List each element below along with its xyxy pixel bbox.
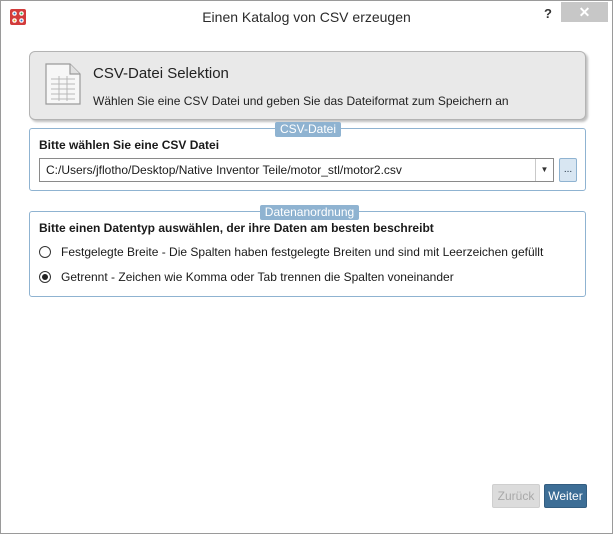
csv-path-dropdown[interactable]: C:/Users/jflotho/Desktop/Native Inventor… xyxy=(39,158,554,182)
browse-button[interactable]: ... xyxy=(559,158,577,182)
csv-file-group-label: Bitte wählen Sie eine CSV Datei xyxy=(39,138,220,152)
csv-path-value: C:/Users/jflotho/Desktop/Native Inventor… xyxy=(46,163,402,177)
page-header: CSV-Datei Selektion Wählen Sie eine CSV … xyxy=(29,51,586,120)
csv-file-group-tab: CSV-Datei xyxy=(275,122,341,137)
data-format-group-label: Bitte einen Datentyp auswählen, der ihre… xyxy=(39,221,434,235)
csv-file-group: CSV-Datei Bitte wählen Sie eine CSV Date… xyxy=(29,122,586,191)
radio-button[interactable] xyxy=(39,246,51,258)
radio-delimited-label[interactable]: Getrennt - Zeichen wie Komma oder Tab tr… xyxy=(61,270,454,284)
window-title: Einen Katalog von CSV erzeugen xyxy=(202,9,411,25)
radio-fixed-width-label[interactable]: Festgelegte Breite - Die Spalten haben f… xyxy=(61,245,543,259)
close-button[interactable]: ✕ xyxy=(561,2,608,22)
help-button[interactable]: ? xyxy=(537,4,559,24)
data-format-group-tab: Datenanordnung xyxy=(260,205,359,220)
dialog-window: Einen Katalog von CSV erzeugen ? ✕ CSV-D… xyxy=(0,0,613,534)
header-subtitle: Wählen Sie eine CSV Datei und geben Sie … xyxy=(93,94,509,108)
header-title: CSV-Datei Selektion xyxy=(93,65,229,82)
next-button[interactable]: Weiter xyxy=(544,484,587,508)
csv-document-icon xyxy=(45,63,81,105)
data-format-group: Datenanordnung Bitte einen Datentyp ausw… xyxy=(29,205,586,297)
back-button[interactable]: Zurück xyxy=(492,484,540,508)
chevron-down-icon[interactable]: ▼ xyxy=(535,159,553,181)
title-bar: Einen Katalog von CSV erzeugen ? ✕ xyxy=(1,1,612,33)
radio-button[interactable] xyxy=(39,271,51,283)
